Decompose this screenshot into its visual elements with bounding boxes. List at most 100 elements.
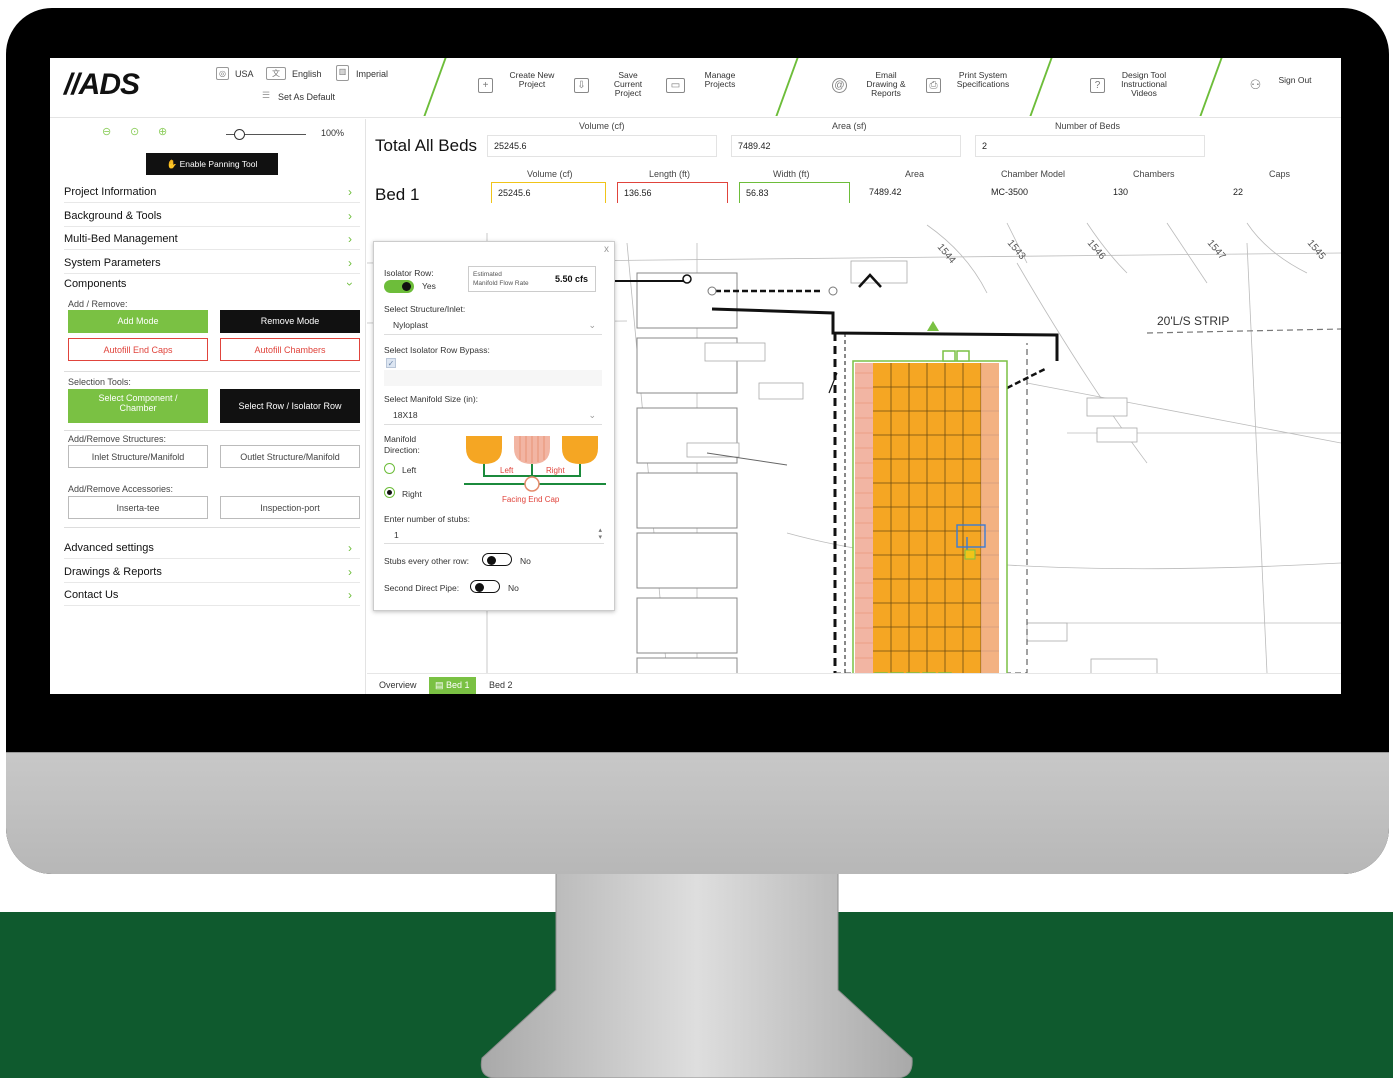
tab-bed-1-label: Bed 1	[446, 680, 470, 690]
menu-system-parameters[interactable]: System Parameters ›	[64, 252, 360, 274]
isolator-row-toggle[interactable]	[384, 280, 414, 293]
bed-tabs: Overview ▤ Bed 1 Bed 2	[367, 673, 1341, 694]
create-project-button[interactable]: + Create New Project	[478, 68, 564, 106]
remove-mode-button[interactable]: Remove Mode	[220, 310, 360, 333]
isolator-bypass-label: Select Isolator Row Bypass:	[384, 345, 490, 355]
inserta-tee-button[interactable]: Inserta-tee	[68, 496, 208, 519]
zoom-slider-handle[interactable]	[234, 129, 245, 140]
bed-chambers-value: 130	[1107, 182, 1207, 204]
popup-close-button[interactable]: x	[604, 244, 609, 255]
set-default-link[interactable]: Set As Default	[278, 92, 335, 102]
menu-components[interactable]: Components ›	[64, 273, 360, 295]
add-remove-label: Add / Remove:	[68, 299, 128, 309]
save-project-button[interactable]: ⇩ Save Current Project	[574, 68, 654, 106]
stubs-every-other-toggle[interactable]	[482, 553, 512, 566]
menu-background-tools[interactable]: Background & Tools ›	[64, 205, 360, 227]
bed-caps-value: 22	[1227, 182, 1327, 204]
globe-icon[interactable]: ◎	[216, 67, 229, 80]
autofill-end-caps-button[interactable]: Autofill End Caps	[68, 338, 208, 361]
chevron-right-icon: ›	[348, 232, 352, 246]
bed-length-input[interactable]: 136.56	[617, 182, 728, 204]
outlet-structure-button[interactable]: Outlet Structure/Manifold	[220, 445, 360, 468]
manifold-direction-label: Manifold Direction:	[384, 434, 420, 455]
inlet-structure-button[interactable]: Inlet Structure/Manifold	[68, 445, 208, 468]
chevron-right-icon: ›	[348, 185, 352, 199]
language-icon[interactable]: 文	[266, 67, 286, 80]
autofill-chambers-button[interactable]: Autofill Chambers	[220, 338, 360, 361]
bed-caps-header: Caps	[1269, 169, 1291, 179]
help-icon: ?	[1090, 78, 1105, 93]
app-screen: //ADS ◎ USA 文 English ▥ Imperial ☰ Set A…	[50, 58, 1341, 694]
direction-left-radio[interactable]	[384, 463, 395, 474]
units-selector[interactable]: Imperial	[356, 69, 388, 79]
menu-multi-bed-management[interactable]: Multi-Bed Management ›	[64, 228, 360, 250]
user-icon: ⚇	[1249, 77, 1262, 92]
menu-advanced-settings[interactable]: Advanced settings ›	[64, 537, 360, 559]
contour-label: 1545	[1305, 238, 1328, 262]
flow-rate-box: Estimated Manifold Flow Rate 5.50 cfs	[468, 266, 596, 292]
set-default-icon[interactable]: ☰	[262, 90, 270, 101]
selection-tools-label: Selection Tools:	[68, 377, 131, 387]
chevron-down-icon: ⌄	[588, 410, 596, 420]
select-component-button[interactable]: Select Component / Chamber	[68, 389, 208, 423]
manifold-size-value: 18X18	[393, 410, 418, 420]
save-icon: ⇩	[574, 78, 589, 93]
chevron-right-icon: ›	[348, 565, 352, 579]
language-selector[interactable]: English	[292, 69, 322, 79]
structure-inlet-value: Nyloplast	[393, 320, 428, 330]
menu-project-information[interactable]: Project Information ›	[64, 181, 360, 203]
email-reports-button[interactable]: @ Email Drawing & Reports	[832, 68, 918, 106]
toggle-knob	[487, 556, 496, 565]
email-reports-label: Email Drawing & Reports	[866, 70, 906, 98]
divider	[64, 430, 360, 431]
tab-overview[interactable]: Overview	[373, 677, 423, 694]
zoom-fit-icon[interactable]: ⊙	[130, 125, 139, 138]
enable-panning-button[interactable]: ✋ Enable Panning Tool	[146, 153, 278, 175]
bed-width-input[interactable]: 56.83	[739, 182, 850, 204]
isolator-bypass-option[interactable]	[384, 370, 602, 386]
structure-inlet-select[interactable]: Nyloplast ⌄	[384, 315, 602, 335]
manage-projects-button[interactable]: ▭ Manage Projects	[666, 68, 752, 106]
menu-label: Multi-Bed Management	[64, 233, 178, 245]
sign-out-label: Sign Out	[1278, 75, 1312, 85]
zoom-out-icon[interactable]: ⊖	[102, 125, 111, 138]
zoom-percent: 100%	[321, 128, 345, 138]
structures-label: Add/Remove Structures:	[68, 434, 167, 444]
zoom-in-icon[interactable]: ⊕	[158, 125, 167, 138]
direction-right-radio[interactable]	[384, 487, 395, 498]
units-icon[interactable]: ▥	[336, 65, 349, 81]
country-selector[interactable]: USA	[235, 69, 254, 79]
divider	[64, 527, 360, 528]
tab-bed-1[interactable]: ▤ Bed 1	[429, 677, 476, 694]
print-specs-button[interactable]: ⎙ Print System Specifications	[926, 68, 1022, 106]
strip-label: 20'L/S STRIP	[1157, 314, 1229, 328]
second-direct-pipe-toggle[interactable]	[470, 580, 500, 593]
bed-width-header: Width (ft)	[773, 169, 810, 179]
total-volume-header: Volume (cf)	[579, 121, 625, 131]
menu-label: Project Information	[64, 186, 157, 198]
menu-label: Contact Us	[64, 589, 119, 601]
stubs-count-input[interactable]: 1 ▴ ▾	[384, 526, 604, 544]
total-area-header: Area (sf)	[832, 121, 867, 131]
header-separator	[1199, 58, 1223, 116]
inspection-port-button[interactable]: Inspection-port	[220, 496, 360, 519]
header-separator	[1029, 58, 1053, 116]
direction-left-label: Left	[402, 465, 417, 475]
contour-label: 1543	[1005, 238, 1028, 262]
bed-volume-input[interactable]: 25245.6	[491, 182, 606, 204]
add-mode-button[interactable]: Add Mode	[68, 310, 208, 333]
select-row-button[interactable]: Select Row / Isolator Row	[220, 389, 360, 423]
diagram-right-label: Right	[546, 466, 565, 475]
enable-panning-label: Enable Panning Tool	[179, 159, 258, 169]
monitor-bezel: //ADS ◎ USA 文 English ▥ Imperial ☰ Set A…	[6, 8, 1389, 874]
stepper-icon[interactable]: ▴ ▾	[598, 527, 602, 541]
sign-out-button[interactable]: ⚇ Sign Out	[1248, 68, 1328, 106]
total-beds-header: Number of Beds	[1055, 121, 1121, 131]
menu-contact-us[interactable]: Contact Us ›	[64, 584, 360, 606]
bed-length-header: Length (ft)	[649, 169, 691, 179]
manifold-size-select[interactable]: 18X18 ⌄	[384, 405, 602, 425]
menu-drawings-reports[interactable]: Drawings & Reports ›	[64, 561, 360, 583]
instructional-videos-button[interactable]: ? Design Tool Instructional Videos	[1090, 68, 1180, 106]
isolator-bypass-checkbox[interactable]: ✓	[386, 358, 396, 368]
tab-bed-2[interactable]: Bed 2	[483, 677, 519, 694]
